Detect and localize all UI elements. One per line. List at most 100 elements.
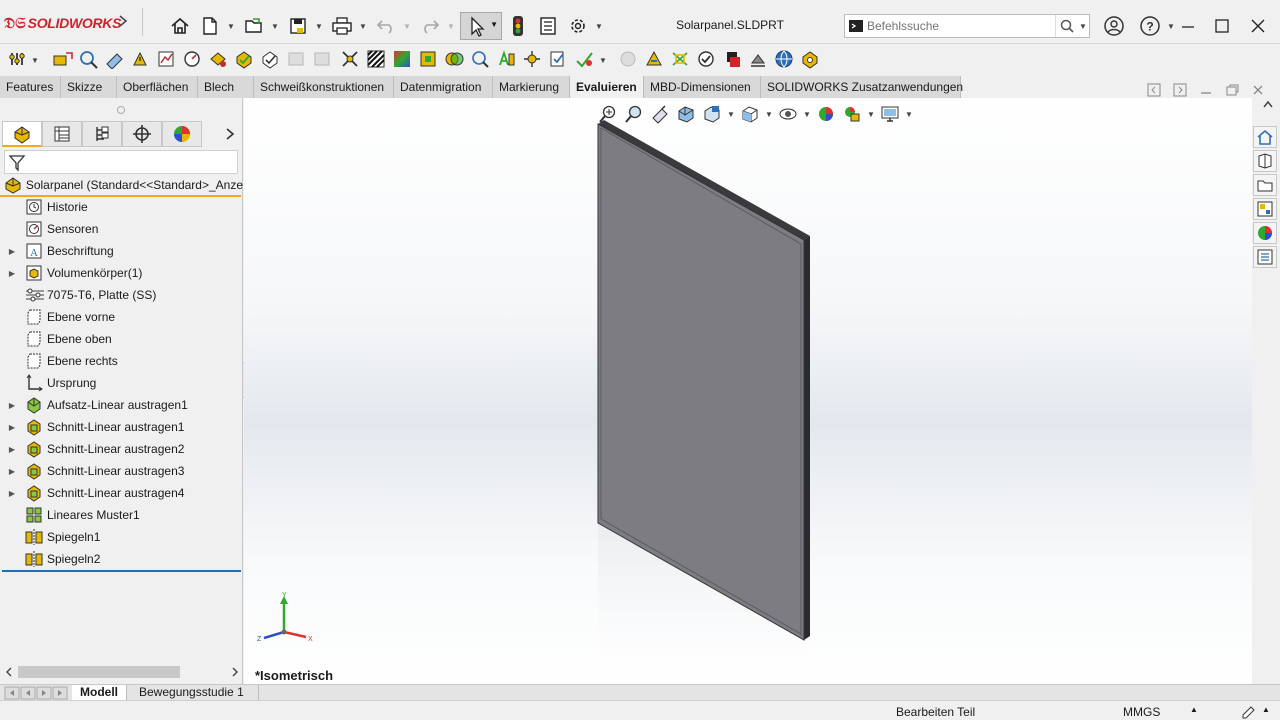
search-dropdown-arrow[interactable]: ▼ [1077, 22, 1089, 31]
property-manager-tab[interactable] [42, 121, 82, 147]
redo-dropdown-arrow[interactable]: ▼ [446, 14, 456, 38]
tree-item[interactable]: ▶ A Beschriftung [0, 240, 243, 262]
tree-item[interactable]: Lineares Muster1 [0, 504, 243, 526]
tab-features[interactable]: Features [0, 76, 61, 98]
export-3d-icon[interactable] [748, 48, 770, 70]
expand-arrow-icon[interactable]: ▶ [4, 423, 20, 432]
tree-item[interactable]: Ursprung [0, 372, 243, 394]
parting-line-analysis-icon[interactable] [312, 48, 334, 70]
configuration-manager-tab[interactable] [82, 121, 122, 147]
hide-show-items-icon[interactable] [776, 102, 800, 126]
dfmxpress-icon[interactable] [644, 48, 666, 70]
flow-xpress-icon[interactable] [618, 48, 640, 70]
custom-properties-icon[interactable] [1253, 246, 1277, 268]
statistics-icon[interactable] [156, 48, 178, 70]
tree-root-part[interactable]: Solarpanel (Standard<<Standard>_Anze [0, 174, 243, 196]
options-gear-icon[interactable] [566, 14, 590, 38]
more-tabs-arrow[interactable] [224, 127, 236, 141]
design-study-icon[interactable] [8, 48, 30, 70]
tab-markierung[interactable]: Markierung [493, 76, 570, 98]
compare-documents-icon[interactable] [444, 48, 466, 70]
minimize-window-icon[interactable] [1176, 14, 1200, 38]
tile-right-icon[interactable] [1172, 82, 1188, 98]
scroll-right-arrow[interactable] [230, 666, 240, 678]
tree-horizontal-scrollbar[interactable] [4, 664, 240, 680]
tree-item[interactable]: 7075-T6, Platte (SS) [0, 284, 243, 306]
apply-scene-icon[interactable] [840, 102, 864, 126]
scroll-left-arrow[interactable] [4, 666, 14, 678]
tree-item[interactable]: Spiegeln1 [0, 526, 243, 548]
sustainability-icon[interactable] [522, 48, 544, 70]
tree-item[interactable]: ▶ Schnitt-Linear austragen2 [0, 438, 243, 460]
graphics-area[interactable] [244, 98, 1252, 686]
edit-appearance-icon[interactable] [814, 102, 838, 126]
add-in-icon[interactable] [800, 48, 822, 70]
expand-arrow-icon[interactable]: ▶ [4, 445, 20, 454]
previous-view-icon[interactable] [648, 102, 672, 126]
check-active-document-icon[interactable] [470, 48, 492, 70]
command-search-input[interactable] [867, 19, 1055, 33]
undo-dropdown-arrow[interactable]: ▼ [402, 14, 412, 38]
tree-item[interactable]: Ebene rechts [0, 350, 243, 372]
user-account-icon[interactable] [1102, 14, 1126, 38]
tab-oberflaechen[interactable]: Oberflächen [117, 76, 198, 98]
options-dropdown-arrow[interactable]: ▼ [594, 14, 604, 38]
tab-solidworks-zusatzanwendungen[interactable]: SOLIDWORKS Zusatzanwendungen [761, 76, 963, 98]
dimxpert-manager-tab[interactable] [122, 121, 162, 147]
redo-icon[interactable] [418, 14, 442, 38]
scene-dropdown-arrow[interactable]: ▼ [866, 102, 876, 126]
view-settings-icon[interactable] [878, 102, 902, 126]
command-search-box[interactable]: ▼ [844, 14, 1090, 38]
file-explorer-icon[interactable] [1253, 174, 1277, 196]
tree-item[interactable]: Spiegeln2 [0, 548, 243, 570]
select-dropdown-arrow[interactable]: ▼ [490, 20, 498, 29]
rollback-bar[interactable] [2, 570, 241, 572]
tab-skizze[interactable]: Skizze [61, 76, 117, 98]
tree-item[interactable]: ▶ Schnitt-Linear austragen4 [0, 482, 243, 504]
expand-arrow-icon[interactable]: ▶ [4, 269, 20, 278]
rebuild-traffic-light-icon[interactable] [506, 14, 530, 38]
draft-analysis-icon[interactable] [260, 48, 282, 70]
unit-system[interactable]: MMGS [1123, 705, 1160, 719]
display-style-dropdown-arrow[interactable]: ▼ [764, 102, 774, 126]
doc-restore-icon[interactable] [1224, 82, 1240, 98]
tree-item[interactable]: ▶ Volumenkörper(1) [0, 262, 243, 284]
tab-navigation-arrows[interactable] [4, 686, 68, 700]
design-checker-icon[interactable] [548, 48, 570, 70]
tree-item[interactable]: ▶ Schnitt-Linear austragen3 [0, 460, 243, 482]
display-manager-tab[interactable] [162, 121, 202, 147]
mass-properties-icon[interactable] [78, 48, 100, 70]
measure-icon[interactable] [52, 48, 74, 70]
solidworks-logo[interactable]: 𝔇𝔖 SOLIDWORKS [4, 12, 121, 34]
tree-item[interactable]: Sensoren [0, 218, 243, 240]
solidworks-resources-icon[interactable] [1253, 126, 1277, 148]
filter-icon[interactable] [8, 153, 26, 173]
expand-arrow-icon[interactable]: ▶ [4, 467, 20, 476]
tab-evaluieren[interactable]: Evaluieren [570, 76, 644, 98]
save-dropdown-arrow[interactable]: ▼ [314, 14, 324, 38]
doc-minimize-icon[interactable] [1198, 82, 1214, 98]
help-dropdown-arrow[interactable]: ▼ [1166, 14, 1176, 38]
save-icon[interactable] [286, 14, 310, 38]
home-icon[interactable] [168, 14, 192, 38]
hide-show-dropdown-arrow[interactable]: ▼ [802, 102, 812, 126]
search-icon[interactable] [1055, 15, 1077, 37]
simulation-xpress-icon[interactable] [574, 48, 596, 70]
costing-icon[interactable] [496, 48, 518, 70]
tab-modell[interactable]: Modell [72, 685, 127, 701]
globe-icon[interactable] [774, 48, 796, 70]
maximize-window-icon[interactable] [1210, 14, 1234, 38]
view-palette-icon[interactable] [1253, 198, 1277, 220]
doc-close-icon[interactable] [1250, 82, 1266, 98]
tab-bewegungsstudie-1[interactable]: Bewegungsstudie 1 [131, 685, 259, 701]
new-document-icon[interactable] [198, 14, 222, 38]
scrollbar-thumb[interactable] [18, 666, 180, 678]
tab-blech[interactable]: Blech [198, 76, 254, 98]
menu-expand-arrow[interactable] [118, 14, 128, 28]
undo-icon[interactable] [374, 14, 398, 38]
sensor-toolbar-icon[interactable] [130, 48, 152, 70]
tree-item[interactable]: Historie [0, 196, 243, 218]
appearances-scenes-icon[interactable] [1253, 222, 1277, 244]
solarpanel-model[interactable] [244, 98, 1252, 686]
tree-filter-box[interactable] [4, 150, 238, 174]
